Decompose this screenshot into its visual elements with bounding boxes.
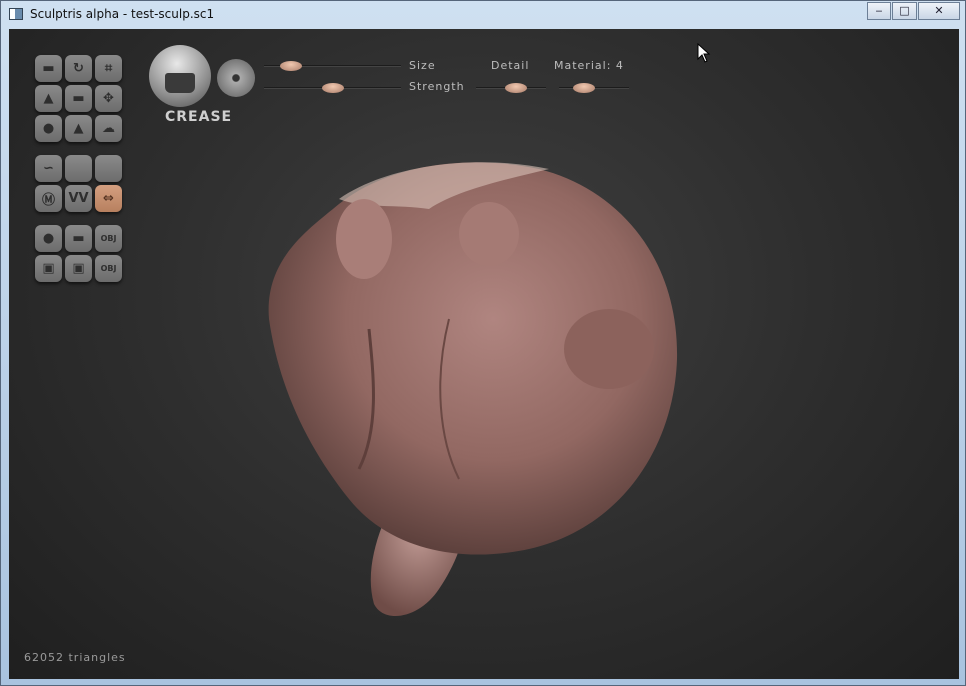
tool-mask-button[interactable]: Ⓜ: [35, 185, 62, 212]
save-icon: ▣: [42, 261, 55, 276]
tool-inflate-button[interactable]: ●: [35, 115, 62, 142]
app-icon: [9, 8, 23, 20]
mask-icon: Ⓜ: [41, 193, 55, 208]
tool-crease-button[interactable]: ▬: [35, 55, 62, 82]
import-obj-icon: OBJ: [100, 234, 117, 243]
detail-label: Detail: [491, 59, 530, 72]
symmetry-icon: VV: [68, 191, 89, 206]
detail-slider-thumb[interactable]: [504, 83, 527, 93]
tool-pinch-grab-button[interactable]: ✥: [95, 85, 122, 112]
tool-open-button[interactable]: ▣: [65, 255, 92, 282]
sphere-icon: ●: [42, 231, 55, 246]
mouse-cursor-icon: [697, 43, 711, 63]
material-slider[interactable]: [559, 83, 629, 93]
detail-slider[interactable]: [476, 83, 546, 93]
size-label: Size: [409, 59, 436, 72]
triangle-count: 62052 triangles: [24, 651, 126, 664]
tool-empty-1-button[interactable]: [65, 155, 92, 182]
sculpt-model[interactable]: [9, 29, 959, 679]
mirror-icon: ⇔: [103, 191, 114, 206]
tool-rotate-button[interactable]: ↻: [65, 55, 92, 82]
export-obj-icon: OBJ: [100, 264, 117, 273]
tool-empty-2-button[interactable]: [95, 155, 122, 182]
maximize-button[interactable]: □: [892, 2, 917, 20]
open-icon: ▣: [72, 261, 85, 276]
minimize-button[interactable]: ‒: [867, 2, 891, 20]
tool-plane-button[interactable]: ▬: [65, 225, 92, 252]
crop-icon: ⌗: [104, 61, 113, 76]
tool-symmetry-button[interactable]: VV: [65, 185, 92, 212]
tool-save-button[interactable]: ▣: [35, 255, 62, 282]
tool-flatten-button[interactable]: ▬: [65, 85, 92, 112]
strength-slider[interactable]: [264, 83, 401, 93]
draw-icon: ▲: [43, 91, 54, 106]
flatten-icon: ▬: [72, 91, 85, 106]
tool-draw-button[interactable]: ▲: [35, 85, 62, 112]
title-bar[interactable]: Sculptris alpha - test-sculp.sc1 ‒ □ ✕: [1, 1, 965, 29]
viewport[interactable]: ▬ ↻ ⌗ ▲ ▬ ✥ ● ▲ ☁ ∽ Ⓜ VV ⇔ ● ▬ OBJ ▣ ▣ OBJ CREASE Size Str…: [9, 29, 959, 679]
tool-import-obj-button[interactable]: OBJ: [95, 225, 122, 252]
size-slider[interactable]: [264, 61, 401, 71]
tool-export-obj-button[interactable]: OBJ: [95, 255, 122, 282]
rotate-icon: ↻: [73, 61, 84, 76]
close-button[interactable]: ✕: [918, 2, 960, 20]
strength-label: Strength: [409, 80, 465, 93]
tool-pinch-button[interactable]: ▲: [65, 115, 92, 142]
window-title: Sculptris alpha - test-sculp.sc1: [30, 7, 215, 21]
tool-mirror-button[interactable]: ⇔: [95, 185, 122, 212]
inflate-icon: ●: [42, 121, 55, 136]
stamp-disc-button[interactable]: [217, 59, 255, 97]
plane-icon: ▬: [72, 231, 85, 246]
pinch-grab-icon: ✥: [103, 91, 114, 106]
material-label: Material: 4: [554, 59, 624, 72]
crease-icon: ▬: [42, 61, 55, 76]
smooth-icon: ☁: [102, 121, 115, 136]
strength-slider-thumb[interactable]: [321, 83, 344, 93]
tool-stroke-button[interactable]: ∽: [35, 155, 62, 182]
brush-name: CREASE: [165, 109, 233, 125]
pinch-icon: ▲: [73, 121, 84, 136]
stroke-icon: ∽: [43, 161, 54, 176]
tool-smooth-button[interactable]: ☁: [95, 115, 122, 142]
tool-crop-button[interactable]: ⌗: [95, 55, 122, 82]
window-frame: Sculptris alpha - test-sculp.sc1 ‒ □ ✕ ▬…: [0, 0, 966, 686]
tool-sphere-button[interactable]: ●: [35, 225, 62, 252]
crease-brush-icon: [165, 73, 195, 93]
brush-preview[interactable]: [149, 45, 211, 107]
